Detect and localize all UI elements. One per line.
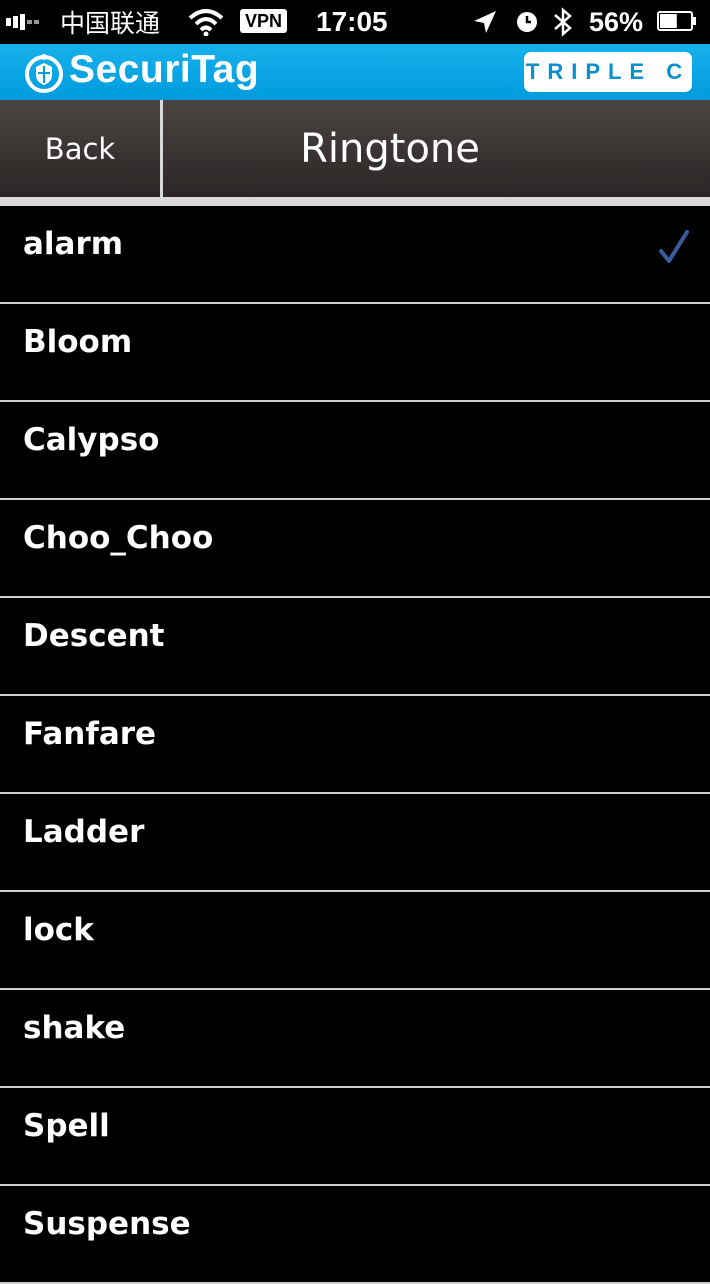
ringtone-row[interactable]: Spell (0, 1088, 710, 1186)
brand-name: SecuriTag (69, 48, 260, 91)
securitag-logo-icon (25, 54, 63, 93)
status-time: 17:05 (316, 6, 388, 37)
ringtone-label: Choo_Choo (23, 520, 214, 556)
partner-logo: TRIPLE C (524, 52, 692, 92)
ringtone-row[interactable]: shake (0, 990, 710, 1088)
bluetooth-icon (552, 0, 574, 44)
ringtone-list: alarm Bloom Calypso Choo_Choo Descent Fa… (0, 206, 710, 1284)
ringtone-label: alarm (23, 226, 124, 262)
ringtone-label: Spell (23, 1108, 110, 1144)
app-header: SecuriTag TRIPLE C (0, 44, 710, 100)
ringtone-label: shake (23, 1010, 126, 1046)
checkmark-icon (659, 230, 689, 263)
page-title: Ringtone (300, 125, 480, 172)
ringtone-label: Suspense (23, 1206, 191, 1242)
vpn-badge: VPN (240, 9, 288, 33)
ringtone-row[interactable]: Choo_Choo (0, 500, 710, 598)
location-arrow-icon (472, 0, 498, 44)
ringtone-row[interactable]: lock (0, 892, 710, 990)
status-bar: 中国联通 VPN 17:05 56% (0, 0, 710, 44)
ringtone-label: Descent (23, 618, 165, 654)
alarm-clock-icon (515, 0, 539, 44)
ringtone-label: lock (23, 912, 94, 948)
back-button[interactable]: Back (0, 100, 160, 197)
ringtone-row[interactable]: Bloom (0, 304, 710, 402)
battery-icon (657, 11, 697, 31)
nav-divider (160, 100, 163, 197)
ringtone-label: Fanfare (23, 716, 157, 752)
ringtone-row[interactable]: Descent (0, 598, 710, 696)
battery-percent: 56% (589, 6, 644, 37)
ringtone-row[interactable]: Ladder (0, 794, 710, 892)
navigation-bar: Back Ringtone (0, 100, 710, 197)
ringtone-row[interactable]: Fanfare (0, 696, 710, 794)
nav-bottom-border (0, 197, 710, 206)
ringtone-label: Ladder (23, 814, 145, 850)
ringtone-row[interactable]: Suspense (0, 1186, 710, 1284)
ringtone-label: Calypso (23, 422, 160, 458)
signal-strength-icon (6, 0, 41, 44)
carrier-name: 中国联通 (60, 9, 161, 38)
ringtone-label: Bloom (23, 324, 133, 360)
ringtone-row[interactable]: Calypso (0, 402, 710, 500)
ringtone-row[interactable]: alarm (0, 206, 710, 304)
wifi-icon (188, 0, 224, 44)
